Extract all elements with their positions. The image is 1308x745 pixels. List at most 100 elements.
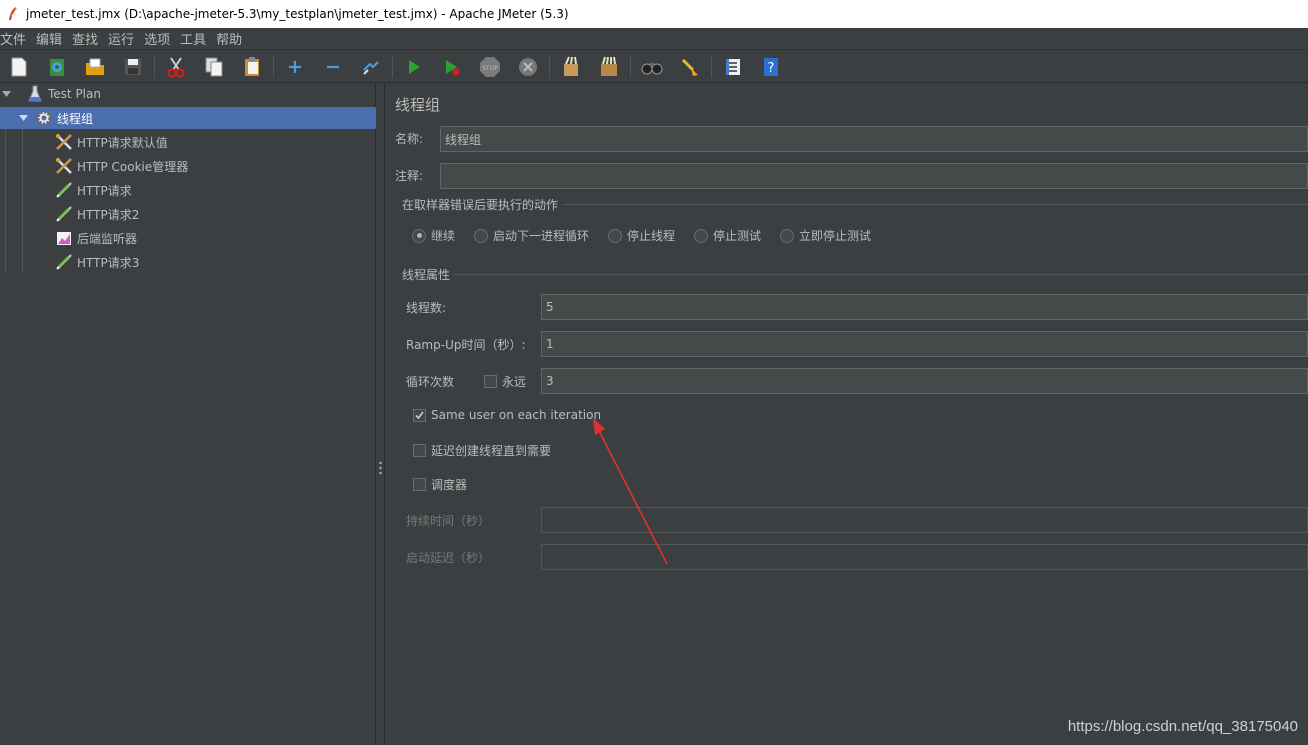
start-no-pause-icon[interactable] bbox=[438, 54, 466, 80]
menu-bar: 文件 编辑 查找 运行 选项 工具 帮助 bbox=[0, 28, 1308, 50]
loop-count-field[interactable]: 3 bbox=[541, 368, 1308, 394]
checkbox[interactable] bbox=[413, 478, 426, 491]
delay-thread-creation-checkbox[interactable]: 延迟创建线程直到需要 bbox=[413, 442, 551, 459]
radio-continue[interactable]: 继续 bbox=[412, 227, 455, 244]
threads-label: 线程数: bbox=[406, 301, 447, 315]
toolbar-separator bbox=[630, 55, 631, 78]
start-icon[interactable] bbox=[400, 54, 428, 80]
search-icon[interactable] bbox=[638, 54, 666, 80]
tree-item-label: HTTP请求 bbox=[77, 183, 132, 198]
checkmark-icon bbox=[415, 411, 424, 419]
tree-item-backend-listener[interactable]: 后端监听器 bbox=[55, 227, 137, 249]
paste-icon[interactable] bbox=[238, 54, 266, 80]
tree-item-label: 线程组 bbox=[57, 111, 94, 126]
startup-delay-label: 启动延迟（秒） bbox=[406, 551, 491, 565]
thread-props-group-title: 线程属性 bbox=[402, 268, 451, 282]
radio-button[interactable] bbox=[694, 228, 708, 243]
tree-item-http-request-3[interactable]: HTTP请求3 bbox=[55, 251, 139, 273]
radio-button[interactable] bbox=[412, 228, 426, 243]
tree-item-test-plan[interactable]: Test Plan bbox=[0, 83, 376, 105]
checkbox[interactable] bbox=[413, 444, 426, 457]
window-title-bar: jmeter_test.jmx (D:\apache-jmeter-5.3\my… bbox=[0, 0, 1308, 28]
help-icon[interactable]: ? bbox=[757, 54, 785, 80]
threads-field[interactable]: 5 bbox=[541, 294, 1308, 320]
name-label: 名称: bbox=[395, 132, 424, 146]
open-icon[interactable] bbox=[81, 54, 109, 80]
new-icon[interactable] bbox=[5, 54, 33, 80]
function-helper-icon[interactable] bbox=[719, 54, 747, 80]
menu-search[interactable]: 查找 bbox=[72, 29, 98, 48]
menu-help[interactable]: 帮助 bbox=[216, 29, 242, 48]
duration-label: 持续时间（秒） bbox=[406, 514, 491, 528]
copy-icon[interactable] bbox=[200, 54, 228, 80]
sampler-pen-icon bbox=[55, 181, 73, 199]
test-plan-icon bbox=[26, 85, 44, 103]
tree-item-label: Test Plan bbox=[48, 87, 101, 101]
toolbar-separator bbox=[154, 55, 155, 78]
clear-icon[interactable] bbox=[557, 54, 585, 80]
tree-guide-line bbox=[22, 129, 23, 273]
checkbox-label: 永远 bbox=[502, 375, 527, 389]
checkbox-label: Same user on each iteration bbox=[431, 408, 602, 422]
clear-all-icon[interactable] bbox=[595, 54, 623, 80]
tree-guide-line bbox=[5, 105, 6, 273]
chevron-down-icon[interactable] bbox=[17, 112, 29, 124]
loop-count-label: 循环次数 bbox=[406, 375, 455, 389]
split-pane-divider[interactable] bbox=[376, 83, 385, 745]
menu-file[interactable]: 文件 bbox=[0, 29, 26, 48]
radio-button[interactable] bbox=[780, 228, 794, 243]
window-title: jmeter_test.jmx (D:\apache-jmeter-5.3\my… bbox=[26, 7, 569, 21]
save-icon[interactable] bbox=[119, 54, 147, 80]
comment-field[interactable] bbox=[440, 163, 1308, 189]
cut-icon[interactable] bbox=[162, 54, 190, 80]
expand-icon[interactable] bbox=[281, 54, 309, 80]
tree-item-http-request[interactable]: HTTP请求 bbox=[55, 179, 132, 201]
toggle-icon[interactable] bbox=[357, 54, 385, 80]
scheduler-checkbox[interactable]: 调度器 bbox=[413, 476, 467, 493]
checkbox[interactable] bbox=[484, 375, 497, 388]
svg-text:STOP: STOP bbox=[482, 65, 498, 72]
jmeter-feather-icon bbox=[4, 5, 22, 23]
tree-item-cookie-manager[interactable]: HTTP Cookie管理器 bbox=[55, 155, 188, 177]
radio-label: 停止线程 bbox=[627, 229, 676, 243]
comment-label: 注释: bbox=[395, 169, 424, 183]
tree-item-label: HTTP请求默认值 bbox=[77, 135, 168, 150]
menu-run[interactable]: 运行 bbox=[108, 29, 134, 48]
chevron-down-icon[interactable] bbox=[0, 88, 12, 100]
reset-search-icon[interactable] bbox=[676, 54, 704, 80]
radio-button[interactable] bbox=[608, 228, 622, 243]
grip-icon[interactable] bbox=[379, 461, 382, 475]
tree-item-thread-group[interactable]: 线程组 bbox=[0, 107, 376, 129]
forever-checkbox[interactable]: 永远 bbox=[484, 373, 526, 390]
sampler-pen-icon bbox=[55, 205, 73, 223]
toolbar: STOP ? bbox=[0, 51, 1308, 83]
tree-item-http-defaults[interactable]: HTTP请求默认值 bbox=[55, 131, 168, 153]
config-tools-icon bbox=[55, 133, 73, 151]
same-user-checkbox[interactable]: Same user on each iteration bbox=[413, 408, 601, 422]
checkbox-checked[interactable] bbox=[413, 408, 426, 422]
radio-stop-test-now[interactable]: 立即停止测试 bbox=[780, 227, 871, 244]
radio-button[interactable] bbox=[474, 228, 488, 243]
radio-start-next-loop[interactable]: 启动下一进程循环 bbox=[474, 227, 589, 244]
test-plan-tree: Test Plan 线程组 HTTP请求默认值 HTTP Cookie管理器 H… bbox=[0, 83, 376, 745]
group-border bbox=[454, 274, 1308, 275]
tree-item-http-request-2[interactable]: HTTP请求2 bbox=[55, 203, 139, 225]
toolbar-separator bbox=[273, 55, 274, 78]
shutdown-icon[interactable] bbox=[514, 54, 542, 80]
thread-group-panel: 线程组 名称: 线程组 注释: 在取样器错误后要执行的动作 继续 启动下一进程循… bbox=[386, 83, 1308, 745]
rampup-field[interactable]: 1 bbox=[541, 331, 1308, 357]
stop-icon[interactable]: STOP bbox=[476, 54, 504, 80]
menu-tools[interactable]: 工具 bbox=[180, 29, 206, 48]
tree-item-label: 后端监听器 bbox=[77, 231, 138, 246]
menu-edit[interactable]: 编辑 bbox=[36, 29, 62, 48]
collapse-icon[interactable] bbox=[319, 54, 347, 80]
radio-stop-thread[interactable]: 停止线程 bbox=[608, 227, 675, 244]
templates-icon[interactable] bbox=[43, 54, 71, 80]
radio-label: 继续 bbox=[431, 229, 456, 243]
radio-label: 停止测试 bbox=[713, 229, 762, 243]
menu-options[interactable]: 选项 bbox=[144, 29, 170, 48]
watermark-text: https://blog.csdn.net/qq_38175040 bbox=[1067, 718, 1298, 735]
sampler-pen-icon bbox=[55, 253, 73, 271]
name-field[interactable]: 线程组 bbox=[440, 126, 1308, 152]
radio-stop-test[interactable]: 停止测试 bbox=[694, 227, 761, 244]
